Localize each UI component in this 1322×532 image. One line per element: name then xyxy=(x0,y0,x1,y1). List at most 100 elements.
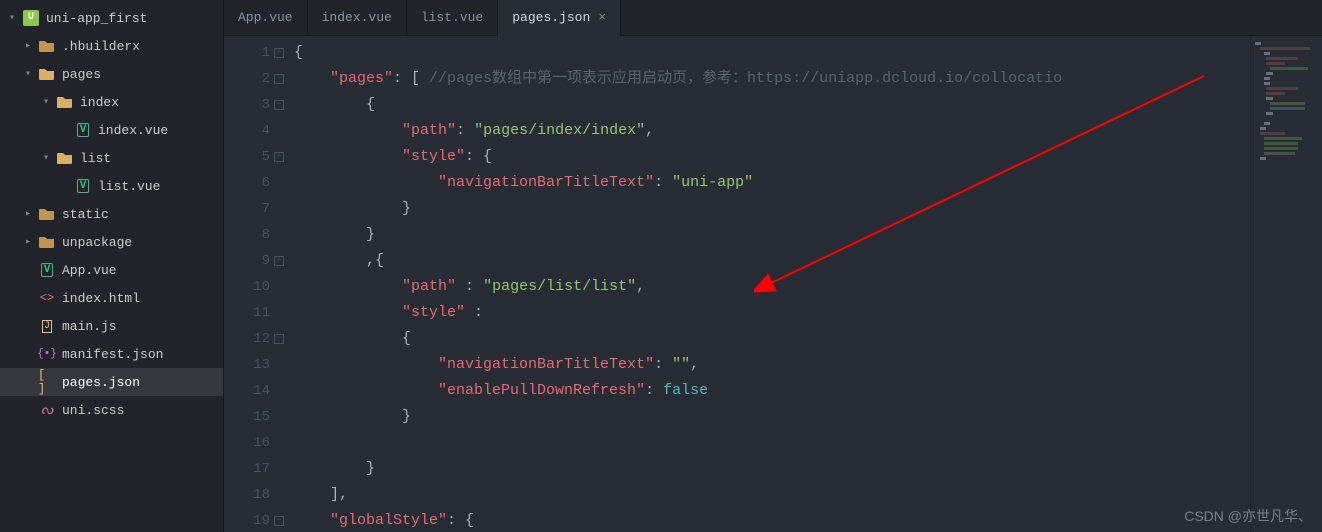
fold-icon[interactable]: − xyxy=(274,74,284,84)
folder-icon xyxy=(56,93,74,111)
code-line[interactable]: "globalStyle": { xyxy=(294,508,1250,532)
tree-item-list-vue[interactable]: Vlist.vue xyxy=(0,172,223,200)
tree-item-label: main.js xyxy=(62,319,117,334)
code-line[interactable]: { xyxy=(294,40,1250,66)
fold-icon[interactable]: − xyxy=(274,152,284,162)
tab-label: pages.json xyxy=(512,10,590,25)
code-content[interactable]: { "pages": [ //pages数组中第一项表示应用启动页，参考：htt… xyxy=(280,36,1250,532)
code-line[interactable]: "enablePullDownRefresh": false xyxy=(294,378,1250,404)
code-line[interactable]: ], xyxy=(294,482,1250,508)
tree-item-pages[interactable]: ▾pages xyxy=(0,60,223,88)
line-number: 3− xyxy=(224,92,280,118)
tab-list-vue[interactable]: list.vue xyxy=(407,0,498,35)
line-gutter: 1−2−3−45−6789−101112−13141516171819− xyxy=(224,36,280,532)
tree-item-index-vue[interactable]: Vindex.vue xyxy=(0,116,223,144)
tree-item-manifest-json[interactable]: {•} manifest.json xyxy=(0,340,223,368)
line-number: 16 xyxy=(224,430,280,456)
vue-file-icon: V xyxy=(74,177,92,195)
chevron-spacer xyxy=(22,348,34,360)
chevron-spacer xyxy=(22,320,34,332)
project-name: uni-app_first xyxy=(46,11,147,26)
line-number: 15 xyxy=(224,404,280,430)
fold-icon[interactable]: − xyxy=(274,334,284,344)
tree-item-label: App.vue xyxy=(62,263,117,278)
html-file-icon: <> xyxy=(38,289,56,307)
folder-icon xyxy=(56,149,74,167)
code-editor[interactable]: 1−2−3−45−6789−101112−13141516171819− { "… xyxy=(224,36,1322,532)
watermark: CSDN @亦世凡华、 xyxy=(1184,506,1312,526)
vue-file-icon: V xyxy=(74,121,92,139)
fold-icon[interactable]: − xyxy=(274,256,284,266)
tree-item-label: list.vue xyxy=(98,179,160,194)
tree-item-list[interactable]: ▾list xyxy=(0,144,223,172)
close-icon[interactable]: × xyxy=(598,10,606,25)
code-line[interactable]: "navigationBarTitleText": "", xyxy=(294,352,1250,378)
code-line[interactable]: } xyxy=(294,404,1250,430)
code-line[interactable]: "style": { xyxy=(294,144,1250,170)
line-number: 19− xyxy=(224,508,280,532)
project-root[interactable]: ▾ U uni-app_first xyxy=(0,4,223,32)
json-file-icon: [ ] xyxy=(38,373,56,391)
code-line[interactable]: "path": "pages/index/index", xyxy=(294,118,1250,144)
tree-item-label: pages.json xyxy=(62,375,140,390)
line-number: 6 xyxy=(224,170,280,196)
folder-icon xyxy=(38,37,56,55)
tree-item-label: unpackage xyxy=(62,235,132,250)
tree-item-static[interactable]: ▸static xyxy=(0,200,223,228)
line-number: 9− xyxy=(224,248,280,274)
line-number: 2− xyxy=(224,66,280,92)
line-number: 17 xyxy=(224,456,280,482)
tree-item-label: pages xyxy=(62,67,101,82)
js-file-icon: J xyxy=(38,317,56,335)
tab-App-vue[interactable]: App.vue xyxy=(224,0,308,35)
line-number: 7 xyxy=(224,196,280,222)
fold-icon[interactable]: − xyxy=(274,48,284,58)
code-line[interactable]: "pages": [ //pages数组中第一项表示应用启动页，参考：https… xyxy=(294,66,1250,92)
code-line[interactable]: } xyxy=(294,456,1250,482)
chevron-spacer xyxy=(58,124,70,136)
tree-item-label: manifest.json xyxy=(62,347,163,362)
line-number: 18 xyxy=(224,482,280,508)
tab-label: App.vue xyxy=(238,10,293,25)
code-line[interactable]: "path" : "pages/list/list", xyxy=(294,274,1250,300)
tree-item--hbuilderx[interactable]: ▸.hbuilderx xyxy=(0,32,223,60)
line-number: 12− xyxy=(224,326,280,352)
code-line[interactable]: } xyxy=(294,196,1250,222)
code-line[interactable]: ,{ xyxy=(294,248,1250,274)
tree-item-main-js[interactable]: Jmain.js xyxy=(0,312,223,340)
tree-item-unpackage[interactable]: ▸unpackage xyxy=(0,228,223,256)
line-number: 10 xyxy=(224,274,280,300)
code-line[interactable]: "style" : xyxy=(294,300,1250,326)
line-number: 1− xyxy=(224,40,280,66)
chevron-down-icon: ▾ xyxy=(40,96,52,108)
fold-icon[interactable]: − xyxy=(274,516,284,526)
scss-file-icon: ᔓ xyxy=(38,401,56,419)
code-line[interactable]: { xyxy=(294,326,1250,352)
line-number: 14 xyxy=(224,378,280,404)
editor-area: App.vue index.vuelist.vue pages.json × 1−2−… xyxy=(224,0,1322,532)
tree-item-index[interactable]: ▾index xyxy=(0,88,223,116)
tree-item-index-html[interactable]: <>index.html xyxy=(0,284,223,312)
line-number: 8 xyxy=(224,222,280,248)
folder-icon xyxy=(38,205,56,223)
vue-file-icon: V xyxy=(38,261,56,279)
code-line[interactable]: } xyxy=(294,222,1250,248)
folder-icon xyxy=(38,65,56,83)
tree-item-pages-json[interactable]: [ ] pages.json xyxy=(0,368,223,396)
project-icon: U xyxy=(22,9,40,27)
folder-icon xyxy=(38,233,56,251)
tab-pages-json[interactable]: pages.json × xyxy=(498,0,621,35)
chevron-spacer xyxy=(22,264,34,276)
code-line[interactable] xyxy=(294,430,1250,456)
code-line[interactable]: "navigationBarTitleText": "uni-app" xyxy=(294,170,1250,196)
chevron-right-icon: ▸ xyxy=(22,208,34,220)
json-file-icon: {•} xyxy=(38,345,56,363)
minimap[interactable] xyxy=(1250,36,1322,532)
tab-index-vue[interactable]: index.vue xyxy=(308,0,407,35)
code-line[interactable]: { xyxy=(294,92,1250,118)
tree-item-uni-scss[interactable]: ᔓuni.scss xyxy=(0,396,223,424)
tree-item-App-vue[interactable]: V App.vue xyxy=(0,256,223,284)
line-number: 11 xyxy=(224,300,280,326)
chevron-spacer xyxy=(22,376,34,388)
fold-icon[interactable]: − xyxy=(274,100,284,110)
